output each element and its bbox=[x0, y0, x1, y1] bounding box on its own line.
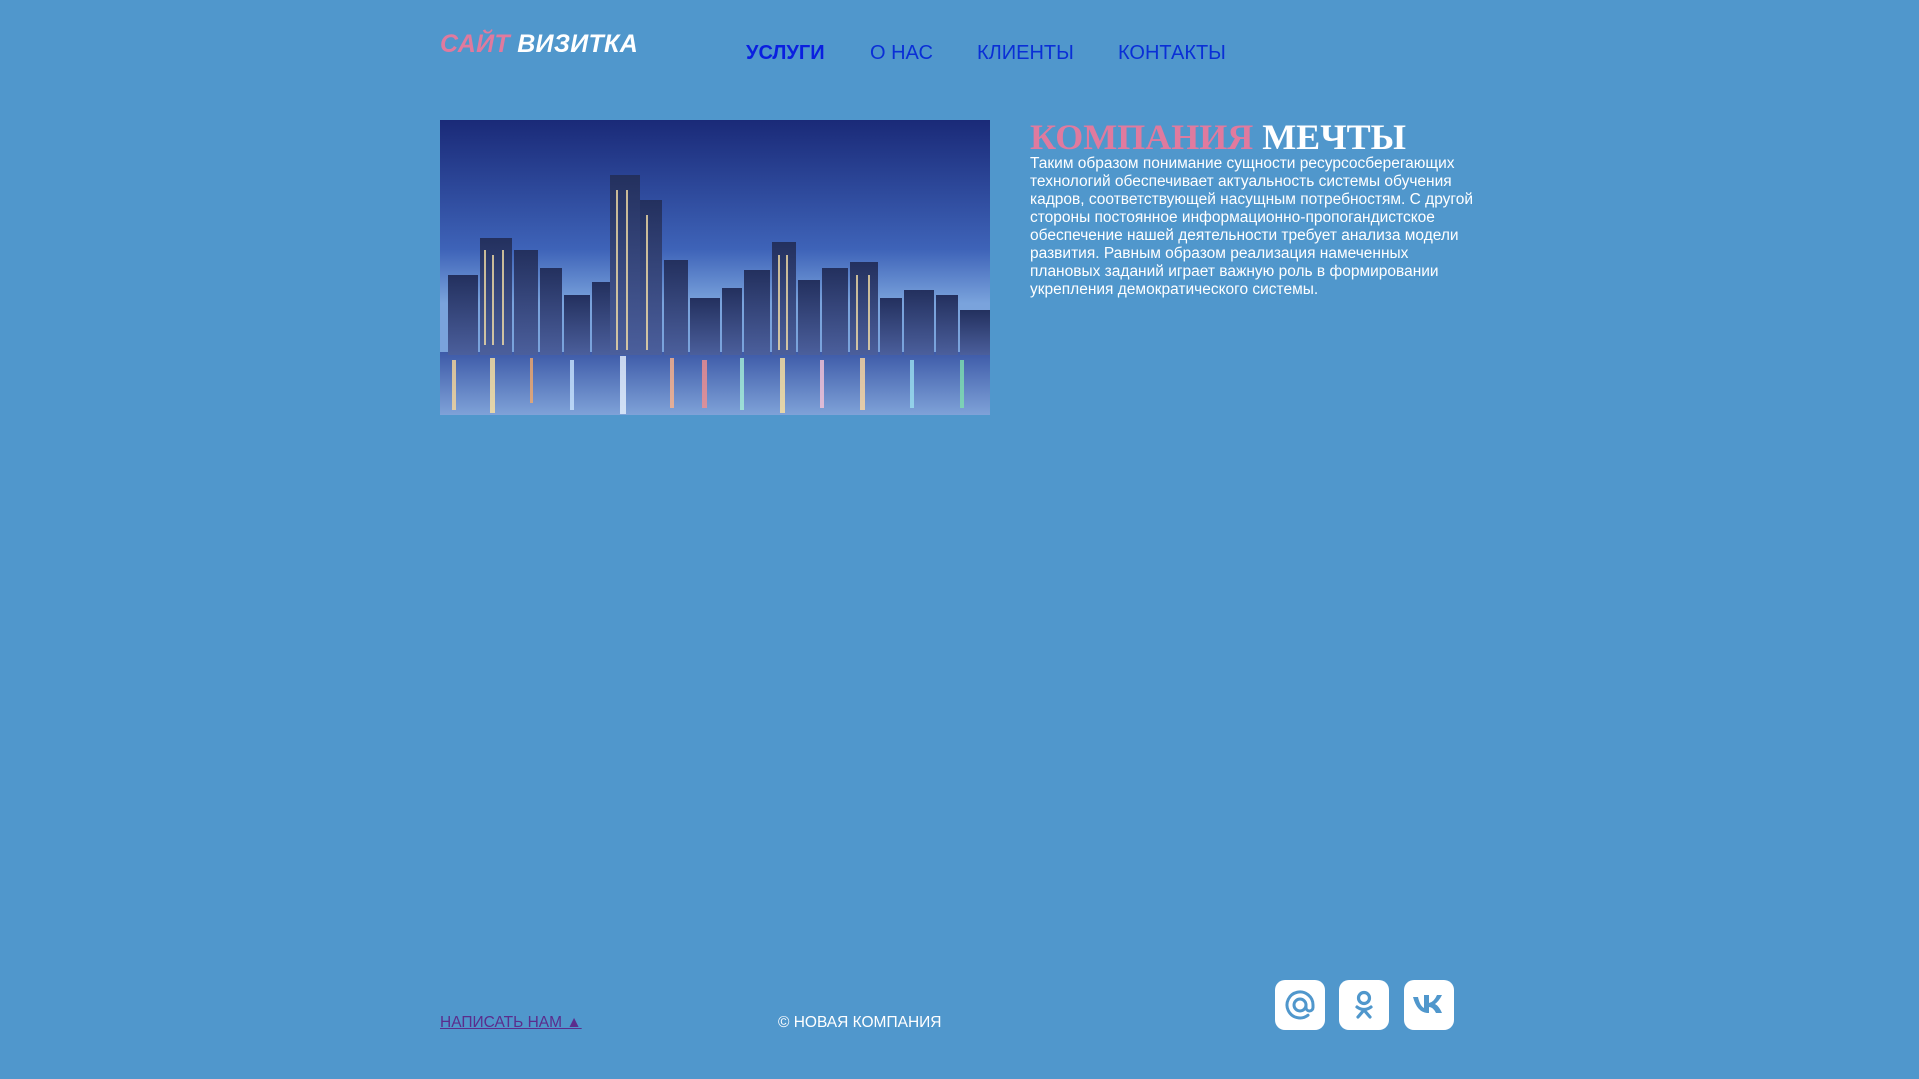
heading-part-1: КОМПАНИЯ bbox=[1030, 117, 1254, 157]
heading-part-2: МЕЧТЫ bbox=[1262, 117, 1406, 157]
company-description: Таким образом понимание сущности ресурсо… bbox=[1030, 155, 1474, 298]
copyright-text: © НОВАЯ КОМПАНИЯ bbox=[778, 1014, 942, 1031]
nav-item-about[interactable]: О НАС bbox=[870, 42, 933, 65]
odnoklassniki-social-button[interactable] bbox=[1339, 980, 1389, 1030]
vk-icon bbox=[1413, 995, 1442, 1013]
nav-item-clients[interactable]: КЛИЕНТЫ bbox=[977, 42, 1074, 65]
nav-item-services[interactable]: УСЛУГИ bbox=[746, 42, 825, 65]
page: САЙТ ВИЗИТКА УСЛУГИ О НАС КЛИЕНТЫ КОНТАК… bbox=[0, 0, 1919, 1079]
mail-icon bbox=[1285, 990, 1315, 1020]
odnoklassniki-icon bbox=[1355, 990, 1373, 1019]
city-skyline-image bbox=[440, 120, 990, 415]
nav-item-contacts[interactable]: КОНТАКТЫ bbox=[1118, 42, 1226, 65]
main-nav: УСЛУГИ О НАС КЛИЕНТЫ КОНТАКТЫ bbox=[0, 42, 1919, 70]
mail-social-button[interactable] bbox=[1275, 980, 1325, 1030]
vk-social-button[interactable] bbox=[1404, 980, 1454, 1030]
write-us-link[interactable]: НАПИСАТЬ НАМ ▲ bbox=[440, 1014, 582, 1032]
page-heading: КОМПАНИЯ МЕЧТЫ bbox=[1030, 116, 1406, 158]
